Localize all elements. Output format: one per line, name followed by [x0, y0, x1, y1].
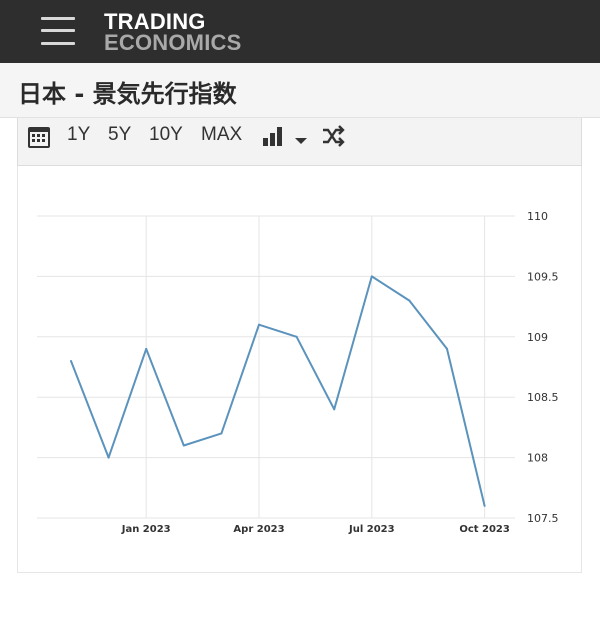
range-5y-button[interactable]: 5Y [108, 124, 131, 146]
bar-chart-icon[interactable] [262, 125, 284, 147]
y-tick-label: 110 [527, 210, 548, 223]
y-tick-label: 108 [527, 452, 548, 465]
y-tick-label: 107.5 [527, 512, 559, 525]
range-10y-button[interactable]: 10Y [149, 124, 183, 146]
top-bar: TRADING ECONOMICS [0, 0, 600, 63]
data-point [333, 408, 336, 411]
data-point [107, 456, 110, 459]
data-point [145, 347, 148, 350]
data-point [70, 359, 72, 362]
chart-toolbar: 1Y 5Y 10Y MAX [17, 118, 582, 166]
data-point [483, 504, 486, 507]
x-tick-label: Oct 2023 [459, 524, 510, 535]
data-point [182, 444, 185, 447]
range-max-button[interactable]: MAX [201, 124, 242, 146]
x-tick-label: Jan 2023 [121, 524, 171, 535]
y-tick-label: 108.5 [527, 391, 559, 404]
data-point [370, 275, 373, 278]
series-line [70, 275, 486, 507]
chevron-down-icon[interactable] [294, 131, 308, 144]
logo[interactable]: TRADING ECONOMICS [104, 9, 242, 55]
shuffle-icon[interactable] [321, 124, 347, 148]
logo-line1: TRADING [104, 9, 206, 34]
page-title: 日本 - 景気先行指数 [18, 80, 237, 108]
data-point [295, 335, 298, 338]
title-bar: 日本 - 景気先行指数 [0, 63, 600, 118]
data-point [408, 299, 411, 302]
x-tick-label: Jul 2023 [348, 524, 395, 535]
range-1y-button[interactable]: 1Y [67, 124, 90, 146]
y-tick-label: 109 [527, 331, 548, 344]
data-point [446, 347, 448, 350]
data-point [220, 432, 223, 435]
chart-area: 110 109.5 109 108.5 108 107.5 Jan 2023 Apr 2023… [17, 166, 582, 573]
menu-icon[interactable] [41, 17, 75, 45]
line-chart: 110 109.5 109 108.5 108 107.5 Jan 2023 Apr 2023… [37, 210, 559, 535]
logo-line2: ECONOMICS [104, 30, 242, 55]
y-tick-label: 109.5 [527, 270, 559, 283]
calendar-icon[interactable] [27, 125, 51, 149]
data-point [258, 323, 260, 326]
x-tick-label: Apr 2023 [233, 524, 284, 535]
